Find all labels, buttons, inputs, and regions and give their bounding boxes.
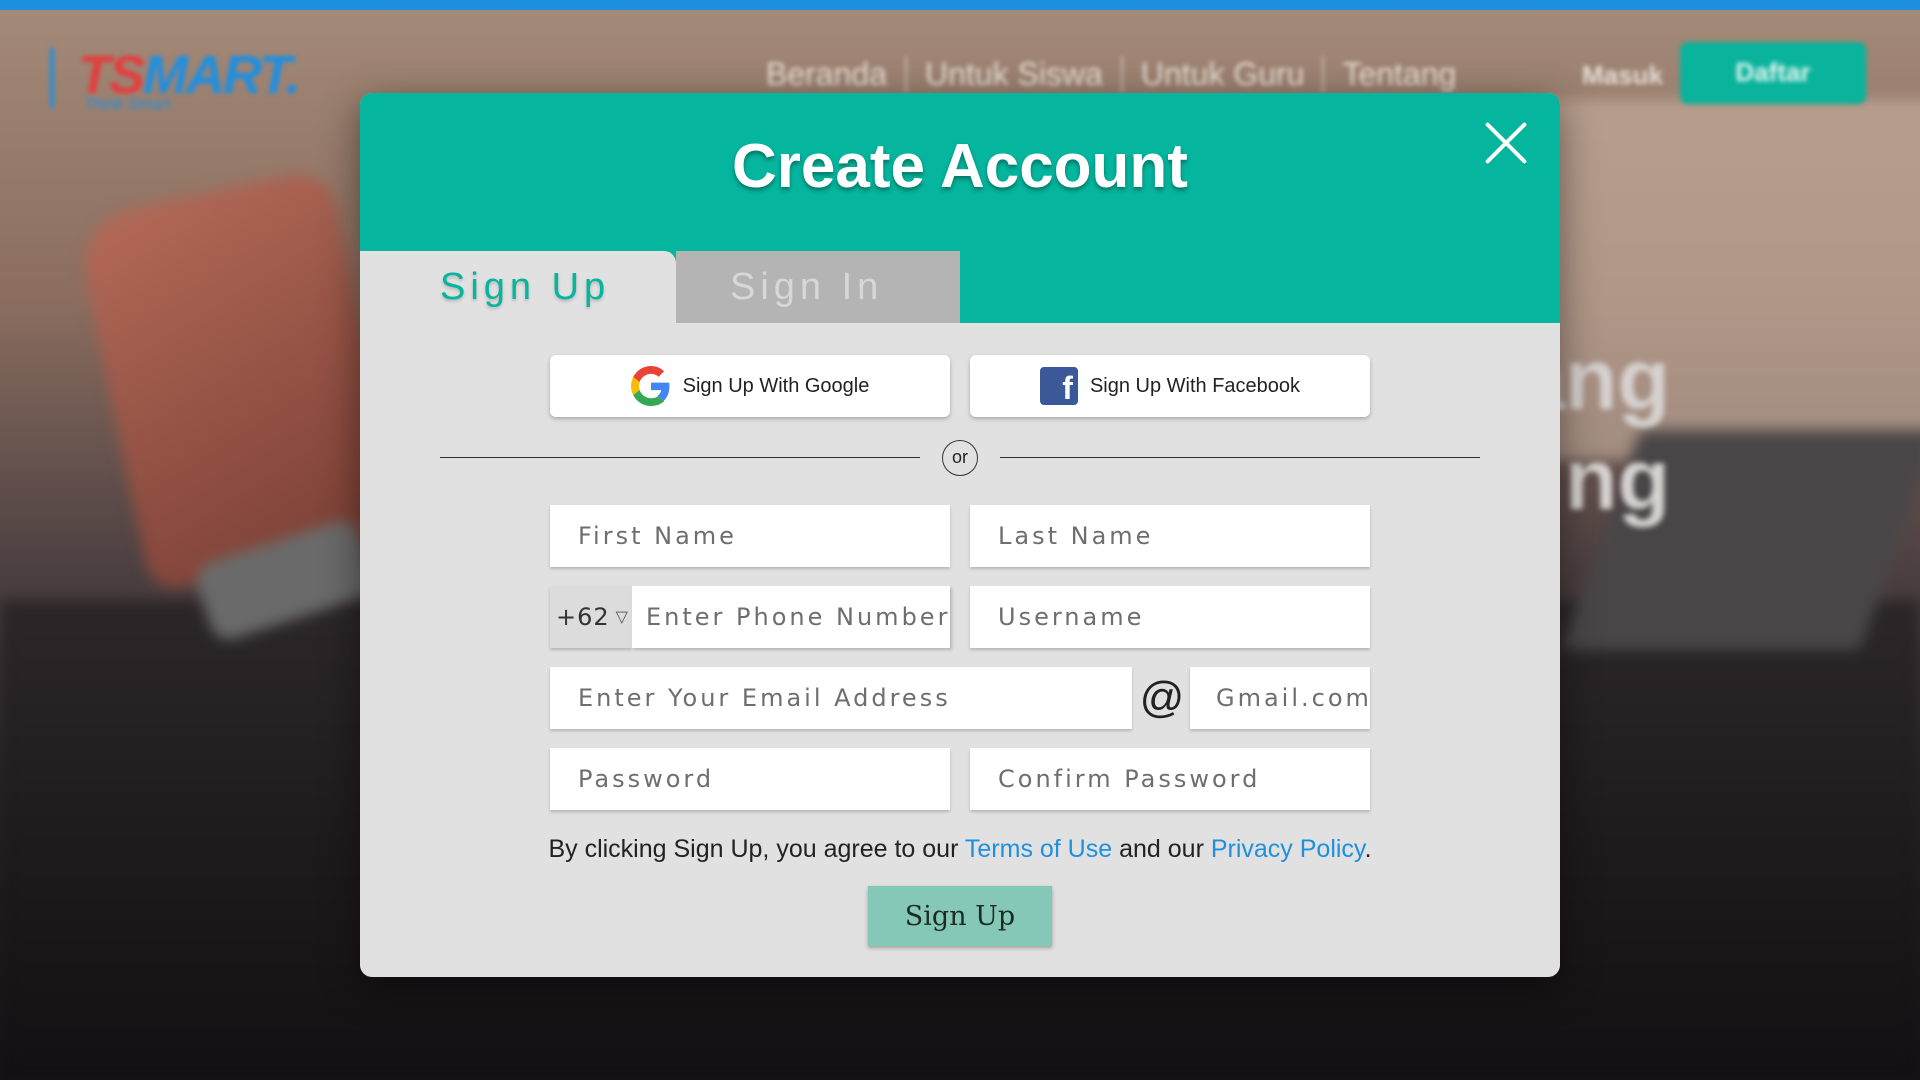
terms-middle: and our [1112,835,1211,863]
divider-line [440,457,920,458]
email-domain-input[interactable] [1190,667,1370,729]
divider-line [1000,457,1480,458]
first-name-input[interactable] [550,505,950,567]
password-input[interactable] [550,748,950,810]
top-nav: Beranda Untuk Siswa Untuk Guru Tentang [748,56,1474,93]
chevron-down-icon: ▽ [615,609,628,626]
nav-item-untuk-siswa[interactable]: Untuk Siswa [907,56,1123,93]
or-divider-badge: or [942,440,978,476]
tab-sign-in[interactable]: Sign In [676,251,960,323]
email-input[interactable] [550,667,1132,729]
logo-bar [50,48,54,108]
top-accent-bar [0,0,1920,10]
login-link[interactable]: Masuk [1582,60,1663,91]
nav-item-beranda[interactable]: Beranda [748,56,907,93]
facebook-signup-button[interactable]: f Sign Up With Facebook [970,355,1370,417]
create-account-modal: Create Account Sign Up Sign In Sign Up W… [360,93,1560,977]
close-icon[interactable] [1482,119,1530,167]
username-input[interactable] [970,586,1370,648]
country-code-select[interactable]: +62 ▽ [550,586,632,648]
privacy-policy-link[interactable]: Privacy Policy [1211,835,1365,863]
terms-suffix: . [1364,835,1372,863]
nav-item-untuk-guru[interactable]: Untuk Guru [1123,56,1325,93]
nav-item-tentang[interactable]: Tentang [1324,56,1474,93]
modal-title: Create Account [732,132,1188,201]
phone-input[interactable] [632,586,950,648]
last-name-input[interactable] [970,505,1370,567]
google-signup-button[interactable]: Sign Up With Google [550,355,950,417]
google-icon [630,366,670,406]
facebook-icon: f [1039,367,1078,406]
logo-tagline: Think Smart [84,96,171,113]
sign-up-submit-button[interactable]: Sign Up [868,886,1052,946]
terms-prefix: By clicking Sign Up, you agree to our [548,835,965,863]
terms-notice: By clicking Sign Up, you agree to our Te… [360,835,1560,864]
country-code-value: +62 [556,603,610,631]
google-signup-label: Sign Up With Google [682,374,870,397]
terms-of-use-link[interactable]: Terms of Use [965,835,1112,863]
confirm-password-input[interactable] [970,748,1370,810]
facebook-signup-label: Sign Up With Facebook [1089,374,1301,397]
register-button[interactable]: Daftar [1680,42,1866,104]
at-sign: @ [1139,673,1185,722]
tab-sign-up[interactable]: Sign Up [360,251,676,323]
